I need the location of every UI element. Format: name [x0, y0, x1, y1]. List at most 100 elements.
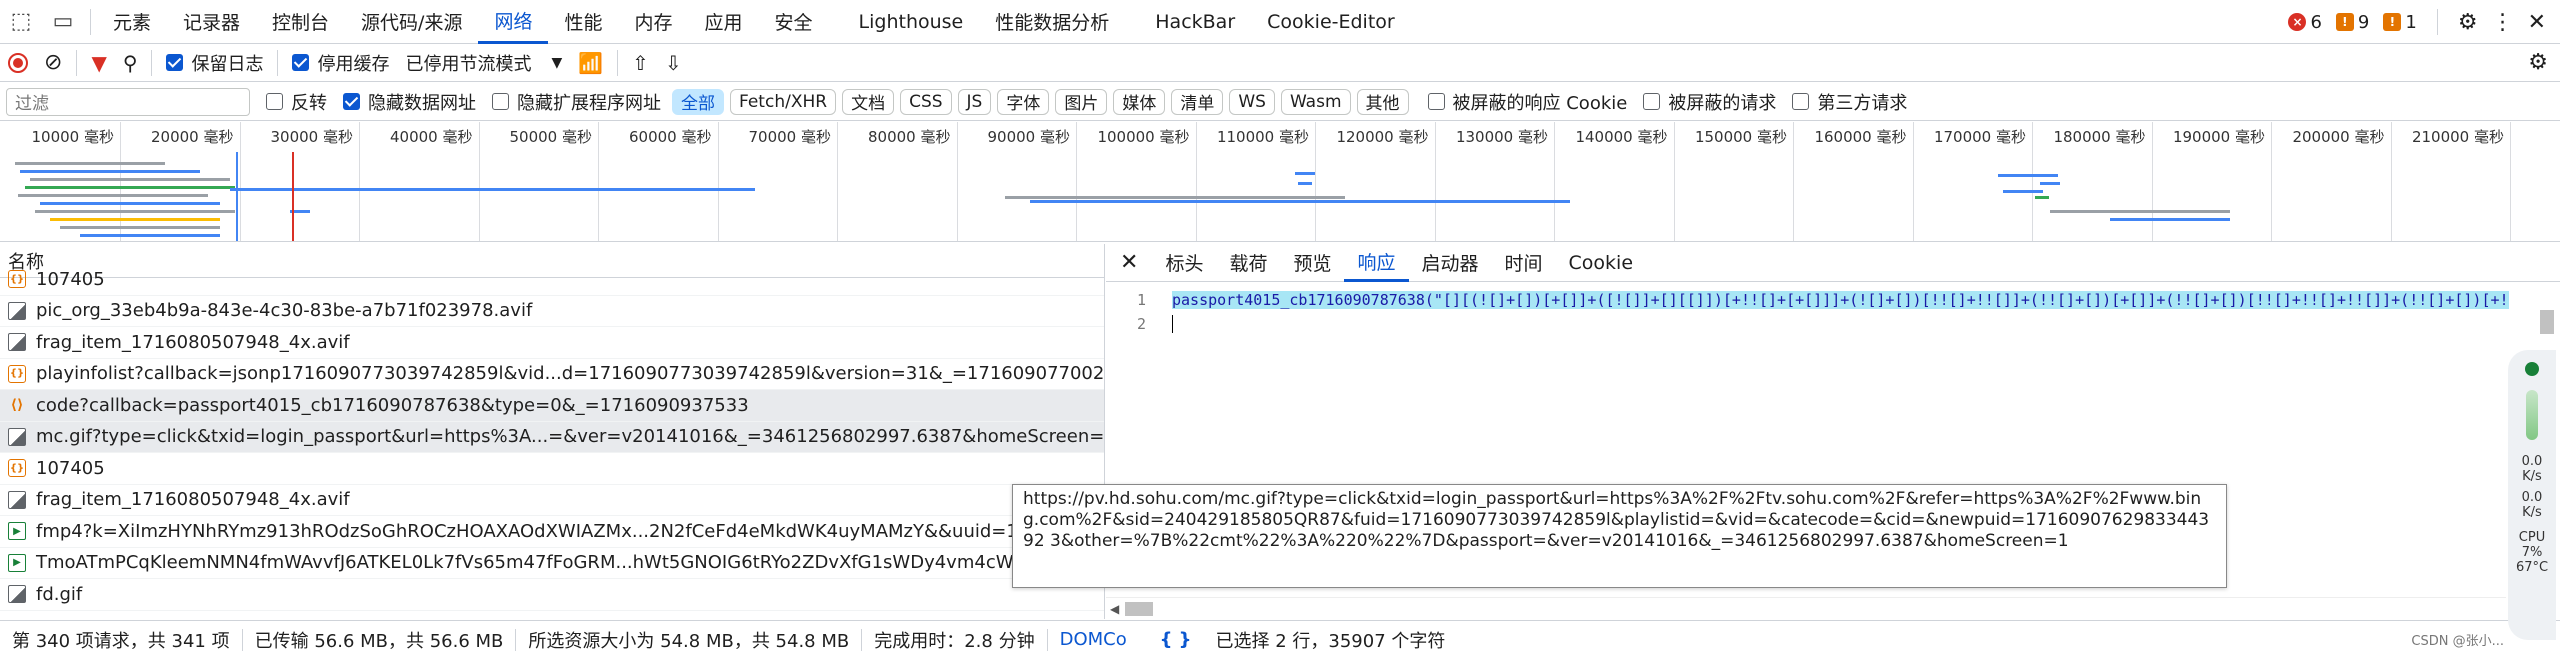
throttling-select[interactable]: 已停用节流模式 ▼: [397, 44, 570, 82]
timeline-gridline: [1195, 122, 1197, 241]
filter-input[interactable]: 过滤: [6, 87, 250, 116]
chip-10[interactable]: Wasm: [1280, 88, 1351, 115]
blocked-requests-checkbox[interactable]: 被屏蔽的请求: [1635, 83, 1784, 121]
import-har-button[interactable]: ⇧: [624, 44, 657, 82]
settings-gear-icon[interactable]: ⚙: [2458, 10, 2478, 35]
detail-tab-0[interactable]: 标头: [1152, 244, 1216, 282]
finish-time: 完成用时：2.8 分钟: [862, 628, 1048, 652]
clear-icon: ⊘: [44, 50, 63, 75]
chip-6[interactable]: 图片: [1055, 88, 1108, 115]
blocked-cookies-checkbox[interactable]: 被屏蔽的响应 Cookie: [1420, 83, 1636, 121]
detail-tab-3[interactable]: 响应: [1344, 244, 1409, 282]
table-row[interactable]: fd.gif: [0, 579, 1104, 611]
dropdown-arrow-icon: ▼: [551, 54, 563, 71]
pretty-print-button[interactable]: { }: [1148, 629, 1204, 651]
detail-tab-1[interactable]: 载荷: [1216, 244, 1280, 282]
tab-8[interactable]: 安全: [759, 0, 829, 44]
third-party-checkbox[interactable]: 第三方请求: [1784, 83, 1915, 121]
tab-10[interactable]: 性能数据分析: [979, 0, 1125, 44]
hide-data-urls-checkbox[interactable]: 隐藏数据网址: [335, 83, 484, 121]
tab-2[interactable]: 控制台: [256, 0, 345, 44]
system-monitor-widget[interactable]: 0.0 K/s 0.0 K/s CPU 7% 67°C: [2508, 350, 2556, 640]
chip-11[interactable]: 其他: [1356, 88, 1409, 115]
export-har-button[interactable]: ⇩: [657, 44, 690, 82]
network-toolbar: ⊘ ▼ ⚲ 保留日志 停用缓存 已停用节流模式 ▼ 📶 ⇧ ⇩ ⚙: [0, 44, 2560, 82]
table-row[interactable]: frag_item_1716080507948_4x.avif: [0, 485, 1104, 516]
tab-3[interactable]: 源代码/来源: [345, 0, 478, 44]
error-count[interactable]: × 6: [2288, 12, 2322, 33]
table-row[interactable]: mc.gif?type=click&txid=login_passport&ur…: [0, 421, 1104, 453]
search-icon: ⚲: [122, 50, 138, 75]
tab-0[interactable]: 元素: [97, 0, 167, 44]
watermark: CSDN @张小...: [2411, 634, 2504, 649]
disable-cache-checkbox[interactable]: 停用缓存: [284, 44, 397, 82]
detail-tab-2[interactable]: 预览: [1280, 244, 1344, 282]
detail-tab-6[interactable]: Cookie: [1556, 244, 1647, 282]
chip-9[interactable]: WS: [1229, 88, 1275, 115]
table-row[interactable]: ▶ TmoATmPCqKleemNMN4fmWAvvfJ6ATKEL0Lk7fVs…: [0, 548, 1104, 579]
chip-8[interactable]: 清单: [1171, 88, 1224, 115]
cpu-percent: 7%: [2521, 545, 2543, 560]
timeline-request-bar: [40, 202, 220, 205]
tab-7[interactable]: 应用: [689, 0, 759, 44]
table-row[interactable]: ▶ fmp4?k=XiImzHYNhRYmz913hROdzSoGhROCzHOA…: [0, 516, 1104, 548]
tab-12[interactable]: Cookie-Editor: [1251, 0, 1411, 44]
timeline-request-bar: [2040, 182, 2060, 185]
js-resource-icon: {}: [8, 270, 26, 289]
vertical-scrollbar-thumb[interactable]: [2540, 310, 2554, 334]
warning-count[interactable]: ! 9: [2335, 12, 2369, 33]
detail-tab-5[interactable]: 时间: [1492, 244, 1556, 282]
chip-3[interactable]: CSS: [900, 88, 952, 115]
chip-0[interactable]: 全部: [672, 88, 724, 115]
table-row[interactable]: {} 107405: [0, 264, 1104, 296]
tab-5[interactable]: 性能: [548, 0, 618, 44]
table-row[interactable]: frag_item_1716080507948_4x.avif: [0, 327, 1104, 359]
chip-4[interactable]: JS: [957, 88, 992, 115]
issue-count[interactable]: ! 1: [2383, 12, 2417, 33]
scroll-left-icon[interactable]: ◀: [1110, 602, 1119, 616]
chip-1[interactable]: Fetch/XHR: [730, 88, 837, 115]
horizontal-scrollbar[interactable]: ◀: [1106, 597, 2506, 619]
scrollbar-thumb[interactable]: [1125, 601, 1154, 616]
chip-7[interactable]: 媒体: [1113, 88, 1166, 115]
request-name: pic_org_33eb4b9a-843e-4c30-83be-a7b71f02…: [36, 300, 533, 322]
tab-9[interactable]: Lighthouse: [843, 0, 980, 44]
hide-extension-urls-checkbox[interactable]: 隐藏扩展程序网址: [484, 83, 669, 121]
close-detail-icon[interactable]: ✕: [1106, 244, 1152, 282]
timeline-gridline: [1554, 122, 1555, 241]
search-button[interactable]: ⚲: [115, 44, 146, 82]
detail-tab-4[interactable]: 启动器: [1409, 244, 1492, 282]
timeline-gridline: [1673, 122, 1675, 241]
response-editor[interactable]: 1 passport4015_cb1716090787638("[][(![]+[…: [1106, 282, 2560, 336]
resource-size: 所选资源大小为 54.8 MB，共 54.8 MB: [516, 628, 863, 652]
close-devtools-icon[interactable]: ✕: [2528, 10, 2546, 35]
timeline-request-bar: [230, 188, 755, 191]
record-button[interactable]: [0, 44, 36, 82]
invert-checkbox[interactable]: 反转: [258, 83, 335, 121]
chip-2[interactable]: 文档: [842, 88, 895, 115]
device-toolbar-icon[interactable]: ▭: [42, 0, 84, 44]
table-row[interactable]: pic_org_33eb4b9a-843e-4c30-83be-a7b71f02…: [0, 296, 1104, 327]
clear-button[interactable]: ⊘: [36, 44, 70, 82]
filter-toggle-button[interactable]: ▼: [83, 44, 114, 82]
timeline-request-bar: [25, 186, 235, 189]
table-row[interactable]: {} playinfolist?callback=jsonp17160907730…: [0, 359, 1104, 390]
tab-4[interactable]: 网络: [478, 0, 549, 44]
chip-5[interactable]: 字体: [997, 88, 1050, 115]
network-settings-gear-icon[interactable]: ⚙: [2528, 50, 2548, 75]
img-resource-icon: [8, 490, 26, 509]
tab-6[interactable]: 内存: [618, 0, 688, 44]
cpu-label: CPU: [2518, 530, 2546, 545]
request-name: fd.gif: [36, 583, 83, 605]
table-row[interactable]: ⟨⟩ code?callback=passport4015_cb171609078…: [0, 390, 1104, 422]
timeline-request-bar: [30, 178, 230, 181]
more-options-icon[interactable]: ⋮: [2492, 10, 2514, 35]
network-conditions-button[interactable]: 📶: [570, 44, 611, 82]
network-overview-timeline[interactable]: 10000 毫秒 20000 毫秒 30000 毫秒 40000 毫秒 50000 毫秒…: [0, 122, 2560, 242]
preserve-log-checkbox[interactable]: 保留日志: [158, 44, 271, 82]
inspect-element-icon[interactable]: ⬚: [0, 0, 42, 44]
tab-1[interactable]: 记录器: [167, 0, 256, 44]
table-row[interactable]: {} 107405: [0, 453, 1104, 485]
media-resource-icon: ▶: [8, 553, 26, 572]
tab-11[interactable]: HackBar: [1139, 0, 1251, 44]
